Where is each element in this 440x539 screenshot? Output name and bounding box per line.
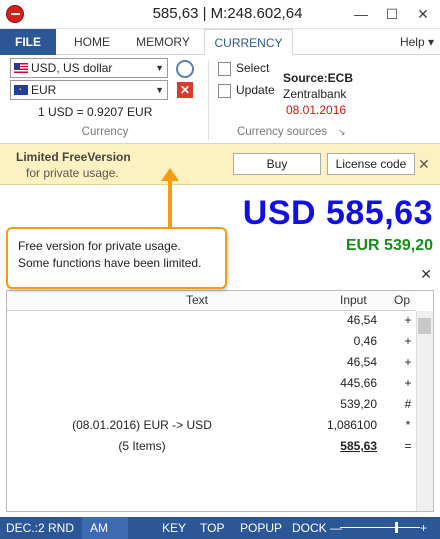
tooltip-arrow-head [161, 168, 179, 181]
us-flag-icon [14, 63, 28, 73]
row-op: # [404, 397, 412, 411]
status-am[interactable]: AM [90, 521, 108, 535]
row-input: 46,54 [346, 355, 377, 369]
update-label: Update [236, 83, 275, 97]
zoom-slider[interactable] [340, 527, 420, 528]
row-op: + [404, 334, 412, 348]
row-text: (08.01.2016) EUR -> USD [72, 418, 212, 432]
minimize-icon[interactable]: — [350, 3, 372, 25]
row-input: 46,54 [346, 313, 377, 327]
select-source-button[interactable]: Select [218, 60, 288, 78]
row-op: = [404, 439, 412, 453]
column-header-input[interactable]: Input [340, 293, 367, 307]
trial-subtitle: for private usage. [26, 166, 119, 180]
group-label-currency: Currency [81, 126, 129, 138]
tape-row[interactable]: 445,66 + [7, 376, 416, 397]
list-icon [218, 62, 231, 76]
secondary-result: EUR 539,20 [345, 237, 433, 254]
tape-row[interactable]: 46,54 + [7, 313, 416, 334]
zoom-slider-thumb[interactable] [395, 522, 398, 533]
close-tape-icon[interactable]: ✕ [420, 266, 432, 283]
from-currency-value: USD, US dollar [31, 61, 113, 75]
status-dock[interactable]: DOCK [292, 521, 327, 535]
tape-scrollbar[interactable] [416, 311, 433, 511]
from-currency-select[interactable]: USD, US dollar ▼ [10, 58, 168, 78]
row-op: + [404, 355, 412, 369]
tooltip-arrow [168, 178, 172, 230]
document-icon [218, 84, 231, 98]
maximize-icon[interactable]: ☐ [381, 3, 403, 25]
close-banner-icon[interactable]: ✕ [418, 156, 430, 173]
group-separator [208, 60, 209, 140]
row-text: (5 Items) [118, 439, 166, 453]
row-input: 539,20 [340, 397, 377, 411]
exchange-rate: 1 USD = 0.9207 EUR [38, 105, 153, 119]
main-result: USD 585,63 [242, 194, 433, 232]
status-decimals[interactable]: DEC.:2 [6, 521, 45, 535]
tab-memory[interactable]: MEMORY [128, 29, 198, 55]
window-title: 585,63 | M:248.602,64 [152, 5, 303, 22]
group-label-sources: Currency sources [236, 126, 328, 138]
status-rounding[interactable]: RND [48, 521, 74, 535]
tape-row[interactable]: 539,20 # [7, 397, 416, 418]
row-input: 0,46 [353, 334, 377, 348]
tooltip-line: Free version for private usage. [18, 239, 181, 253]
tape-row[interactable]: 0,46 + [7, 334, 416, 355]
free-version-tooltip: Free version for private usage. Some fun… [6, 227, 227, 289]
buy-button[interactable]: Buy [233, 153, 321, 175]
to-currency-value: EUR [31, 83, 57, 97]
tab-home[interactable]: HOME [62, 29, 122, 55]
row-input: 585,63 [340, 439, 377, 453]
tape-row[interactable]: 46,54 + [7, 355, 416, 376]
scrollbar-thumb[interactable] [418, 318, 431, 334]
help-menu[interactable]: Help ▾ [395, 29, 439, 55]
column-header-op[interactable]: Op [394, 293, 410, 307]
row-input: 445,66 [340, 376, 377, 390]
to-currency-select[interactable]: EUR ▼ [10, 79, 168, 100]
dialog-launcher-icon[interactable]: ↘ [338, 127, 346, 138]
chevron-down-icon: ▼ [155, 85, 164, 95]
tape-row[interactable]: (08.01.2016) EUR -> USD 1,086100 * [7, 418, 416, 439]
source-name: Source:ECB [283, 71, 354, 85]
chevron-down-icon: ▼ [155, 63, 164, 73]
source-date: 08.01.2016 [286, 103, 347, 117]
row-op: + [404, 313, 412, 327]
tab-currency[interactable]: CURRENCY [204, 29, 293, 55]
source-bank: Zentralbank [283, 87, 347, 101]
select-label: Select [236, 61, 270, 75]
close-icon[interactable]: ✕ [412, 3, 434, 25]
tooltip-line: Some functions have been limited. [18, 256, 202, 270]
row-op: * [405, 418, 411, 432]
row-op: + [404, 376, 412, 390]
zoom-in-icon[interactable]: + [420, 521, 427, 535]
tape-row-total[interactable]: (5 Items) 585,63 = [7, 439, 416, 460]
app-icon[interactable] [6, 5, 24, 23]
status-key[interactable]: KEY [162, 521, 186, 535]
swap-icon[interactable] [176, 60, 194, 78]
status-top[interactable]: TOP [200, 521, 224, 535]
license-code-button[interactable]: License code [327, 153, 415, 175]
update-button[interactable]: Update [218, 82, 288, 100]
eu-flag-icon [14, 79, 28, 97]
trial-title: Limited FreeVersion [16, 150, 131, 164]
row-input: 1,086100 [326, 418, 377, 432]
delete-icon[interactable]: ✕ [177, 82, 193, 98]
zoom-out-icon[interactable]: — [330, 521, 342, 535]
tab-file[interactable]: FILE [0, 29, 56, 55]
status-popup[interactable]: POPUP [240, 521, 282, 535]
column-header-text[interactable]: Text [186, 293, 208, 307]
